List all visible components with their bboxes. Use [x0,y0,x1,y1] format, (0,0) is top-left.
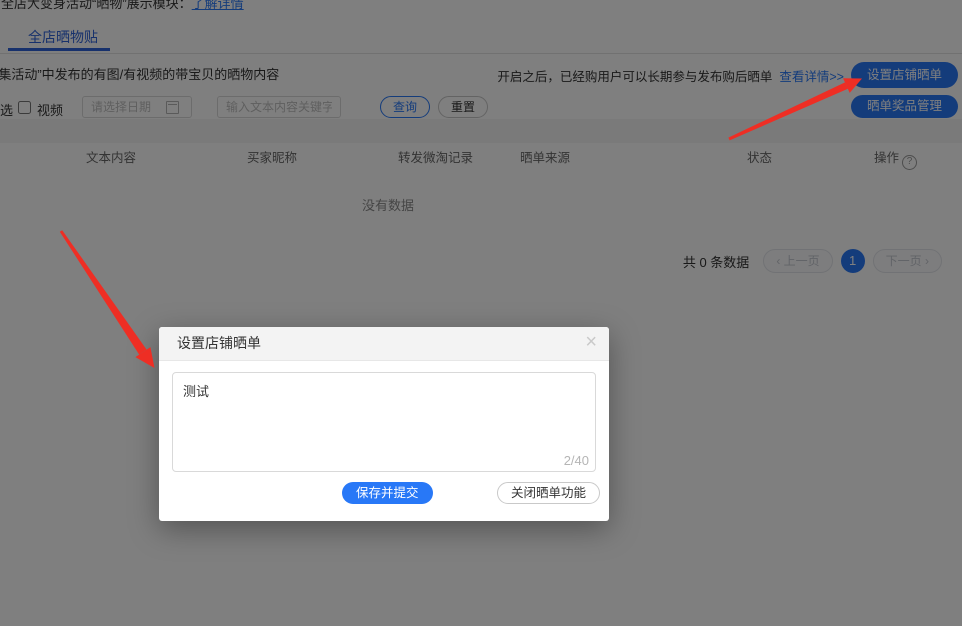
store-review-admin-page: 全店大变身活动“晒物”展示模块：了解详情 全店晒物贴 买家在“晒单征集活动”中发… [0,0,962,626]
char-counter: 2/40 [564,453,589,468]
save-submit-button[interactable]: 保存并提交 [342,482,433,504]
modal-overlay [0,0,962,626]
close-icon[interactable]: × [585,331,597,354]
review-text-textarea[interactable]: 测试 [172,372,596,472]
modal-title: 设置店铺晒单 [177,327,261,360]
setup-store-review-modal: 设置店铺晒单 × 测试 2/40 保存并提交 关闭晒单功能 [159,327,609,521]
modal-header: 设置店铺晒单 × [159,327,609,361]
close-feature-button[interactable]: 关闭晒单功能 [497,482,600,504]
